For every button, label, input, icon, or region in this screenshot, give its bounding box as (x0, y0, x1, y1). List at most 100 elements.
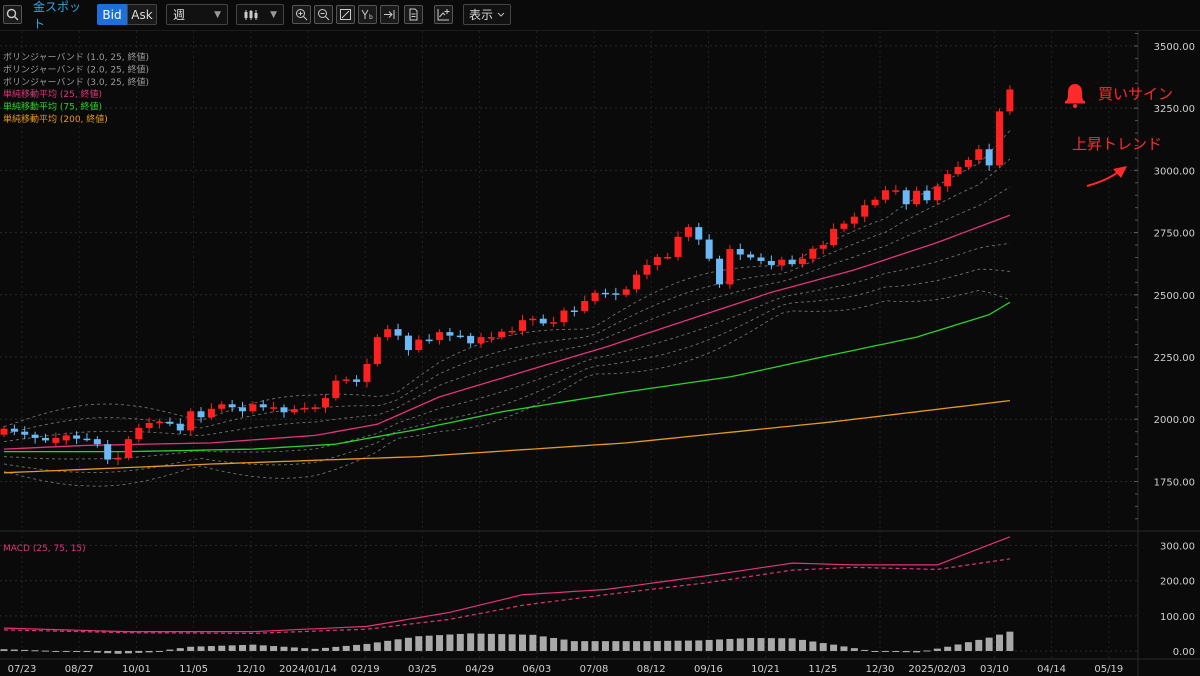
candle-body (788, 259, 796, 265)
macd-histogram-bar (881, 650, 889, 652)
macd-histogram-bar (145, 650, 153, 653)
macd-histogram-bar (674, 640, 682, 651)
x-tick-label: 02/19 (351, 664, 380, 675)
macd-histogram-bar (10, 649, 18, 651)
macd-legend-label: MACD (25, 75, 15) (3, 544, 86, 554)
candle-body (954, 166, 962, 175)
candle-body (270, 407, 278, 409)
bollinger-band-line (3, 242, 1010, 460)
candle-body (684, 227, 692, 237)
macd-histogram-bar (353, 644, 361, 651)
y-tick-label: 3250.00 (1154, 104, 1195, 115)
macd-histogram-bar (415, 636, 423, 651)
macd-histogram-bar (892, 650, 900, 653)
macd-histogram-bar (975, 639, 983, 651)
macd-histogram-bar (477, 633, 485, 651)
candle-body (519, 320, 526, 331)
candle-body (726, 249, 734, 285)
macd-histogram-bar (197, 646, 205, 651)
candle-body (239, 407, 247, 412)
candle-body (114, 457, 122, 460)
candle-body (83, 438, 91, 441)
candle-body (280, 407, 288, 413)
macd-histogram-bar (363, 643, 371, 651)
macd-histogram-bar (519, 634, 526, 651)
candle-body (570, 310, 578, 312)
bell-base (1065, 101, 1085, 104)
macd-histogram-bar (0, 649, 8, 651)
candle-body (653, 256, 661, 265)
x-tick-label: 03/10 (980, 664, 1009, 675)
y-tick-label: 2000.00 (1154, 415, 1195, 426)
candle-body (550, 322, 558, 324)
macd-histogram-bar (684, 640, 692, 651)
candle-body (830, 228, 838, 246)
trend-arrow-head (1113, 166, 1127, 178)
macd-tick-label: 300.00 (1160, 542, 1195, 553)
bollinger-band-line (3, 130, 1011, 428)
macd-histogram-bar (664, 640, 672, 651)
macd-histogram-bar (529, 634, 537, 651)
candle-body (135, 427, 143, 440)
macd-histogram-bar (280, 646, 288, 651)
macd-histogram-bar (228, 645, 236, 651)
macd-histogram-bar (218, 645, 226, 651)
candle-body (892, 190, 900, 192)
macd-histogram-bar (301, 648, 309, 651)
candle-body (176, 423, 184, 431)
candle-body (290, 409, 298, 413)
macd-histogram-bar (207, 646, 215, 651)
x-tick-label: 07/23 (8, 664, 37, 675)
candle-body (321, 398, 329, 408)
candle-body (342, 379, 350, 381)
candle-body (798, 258, 806, 265)
candle-body (913, 190, 921, 205)
candle-body (394, 329, 402, 336)
candle-body (93, 439, 101, 445)
macd-histogram-bar (757, 638, 765, 651)
candle-body (145, 422, 153, 428)
candle-body (21, 431, 29, 435)
macd-histogram-bar (570, 641, 578, 651)
macd-histogram-bar (633, 641, 641, 651)
macd-histogram-bar (498, 634, 506, 651)
candle-body (591, 292, 599, 302)
trend-arrow-line (1086, 171, 1119, 187)
x-tick-label: 08/12 (637, 664, 666, 675)
candle-body (425, 339, 433, 342)
x-tick-label: 09/16 (694, 664, 723, 675)
x-tick-label: 2025/02/03 (908, 664, 966, 675)
x-tick-label: 05/19 (1094, 664, 1123, 675)
bell-body (1066, 84, 1084, 101)
candle-body (249, 404, 257, 412)
candle-body (643, 264, 651, 275)
candle-body (850, 216, 858, 224)
candle-body (10, 428, 18, 432)
macd-histogram-bar (404, 637, 412, 651)
candle-body (156, 421, 164, 424)
macd-histogram-bar (156, 650, 164, 652)
macd-histogram-bar (290, 647, 298, 651)
candle-body (446, 332, 454, 336)
candle-body (695, 227, 703, 240)
candle-body (757, 257, 765, 261)
macd-histogram-bar (166, 649, 174, 651)
bollinger-band-line (3, 268, 1010, 473)
candle-body (612, 293, 620, 295)
candle-body (31, 434, 39, 438)
candle-body (373, 337, 381, 364)
candle-body (778, 259, 786, 265)
macd-line (3, 536, 1011, 633)
chart-area[interactable]: MACD (25, 75, 15) 3500.00 3250.00 3000.00 2… (0, 0, 1200, 676)
macd-histogram-bar (612, 641, 620, 651)
macd-histogram-bar (736, 638, 744, 651)
candle-body (218, 404, 226, 409)
macd-histogram-bar (933, 648, 941, 651)
macd-histogram-bar (41, 650, 49, 652)
macd-histogram-bar (21, 649, 29, 651)
macd-tick-label: 100.00 (1160, 612, 1195, 623)
macd-histogram-bar (425, 635, 433, 651)
macd-histogram-bar (332, 646, 340, 651)
macd-histogram-bar (591, 641, 599, 651)
candle-body (944, 174, 952, 187)
